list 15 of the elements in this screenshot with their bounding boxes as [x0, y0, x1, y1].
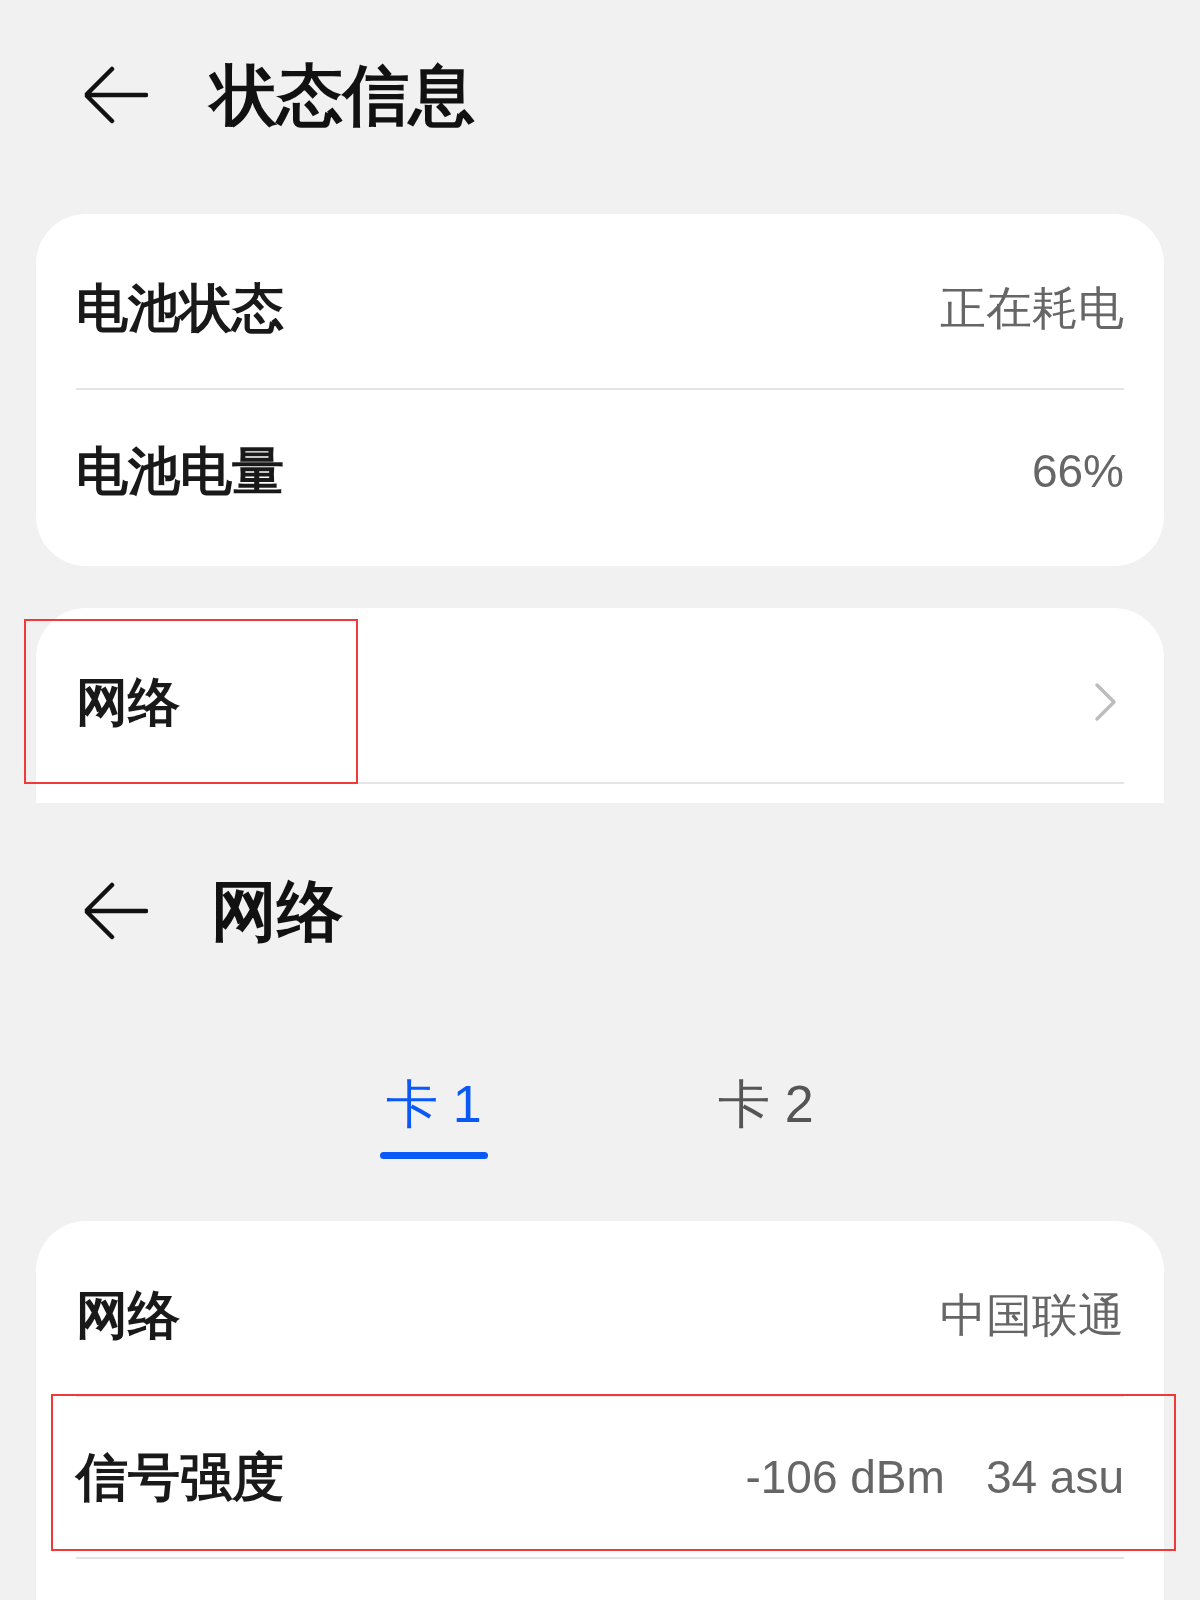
row-value: -106 dBm: [745, 1454, 945, 1500]
row-value: 正在耗电: [940, 285, 1124, 331]
tab[interactable]: 卡 1: [386, 1074, 482, 1134]
row-label: 网络: [76, 1289, 180, 1341]
row-label: 网络: [76, 676, 180, 728]
row-label: 电池电量: [76, 445, 284, 497]
row-value: 66%: [1031, 448, 1124, 494]
back-arrow-icon[interactable]: [82, 880, 148, 942]
back-arrow-icon[interactable]: [82, 64, 148, 126]
row-value: 34 asu: [985, 1454, 1124, 1500]
row-label: 信号强度: [76, 1451, 284, 1503]
row-value: 中国联通: [940, 1292, 1124, 1338]
page-title: 网络: [211, 878, 343, 944]
tab[interactable]: 卡 2: [718, 1074, 814, 1134]
row-label: 电池状态: [76, 282, 284, 334]
